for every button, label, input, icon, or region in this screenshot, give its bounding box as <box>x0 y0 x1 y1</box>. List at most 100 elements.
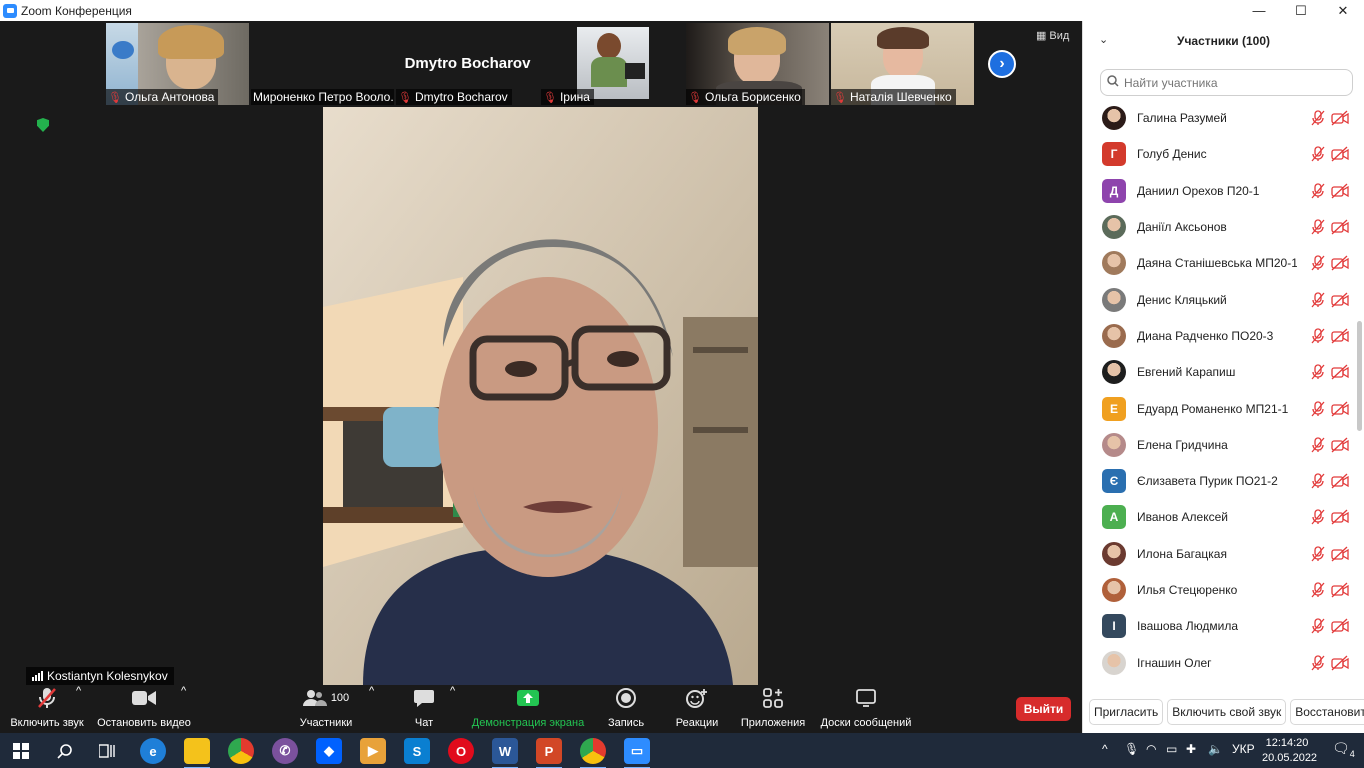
tray-chevron-up-icon[interactable]: ^ <box>1102 742 1108 756</box>
participant-search-box[interactable] <box>1100 69 1353 96</box>
participant-row[interactable]: Елена Гридчина <box>1083 427 1358 463</box>
restore-status-button[interactable]: Восстановить стат <box>1290 699 1364 725</box>
apps-icon <box>763 685 783 711</box>
share-screen-button[interactable]: Демонстрация экрана <box>470 685 586 733</box>
participant-thumbnail[interactable]: 🎙 Ольга Антонова <box>106 23 249 105</box>
task-view-icon[interactable] <box>94 738 120 764</box>
speaker-video-frame <box>323 107 758 685</box>
participant-row[interactable]: Даяна Станішевська МП20-1 (2 ... <box>1083 245 1358 281</box>
participant-row[interactable]: Илона Багацкая <box>1083 536 1358 572</box>
battery-icon[interactable]: ▭ <box>1166 742 1177 756</box>
mic-muted-icon: 🎙 <box>398 91 412 104</box>
participants-options-caret-icon[interactable]: ^ <box>369 685 374 733</box>
file-explorer-icon[interactable] <box>184 738 210 768</box>
participant-thumbnail[interactable]: 🎙 Ольга Борисенко <box>686 23 829 105</box>
media-player-icon[interactable]: ▶ <box>360 738 386 764</box>
participant-row[interactable]: Диана Радченко ПО20-3 <box>1083 318 1358 354</box>
viber-icon[interactable]: ✆ <box>272 738 298 764</box>
participant-thumbnail[interactable]: Мироненко Петро Вооло... <box>251 23 394 105</box>
avatar: Д <box>1102 178 1126 203</box>
participant-row[interactable]: Є Єлизавета Пурик ПО21-2 <box>1083 463 1358 499</box>
thumbnail-name-label: 🎙 Dmytro Bocharov <box>396 89 512 105</box>
dropbox-icon[interactable]: ◆ <box>316 738 342 764</box>
unmute-me-button[interactable]: Включить свой звук <box>1167 699 1287 725</box>
avatar <box>1102 360 1126 385</box>
participant-name: Илона Багацкая <box>1137 546 1227 561</box>
record-button[interactable]: Запись <box>604 685 648 733</box>
participant-list-scrollbar[interactable] <box>1357 321 1362 431</box>
leave-meeting-button[interactable]: Выйти <box>1016 697 1071 721</box>
security-shield-icon[interactable] <box>37 118 49 132</box>
skype-icon[interactable]: S <box>404 738 430 764</box>
avatar <box>1102 106 1126 131</box>
participant-row[interactable]: Ігнашин Олег <box>1083 644 1358 680</box>
participant-name: Едуард Романенко МП21-1 <box>1137 401 1289 416</box>
edge-icon[interactable]: e <box>140 738 166 764</box>
next-page-arrow-icon[interactable]: › <box>988 50 1016 78</box>
participant-thumbnail[interactable]: 🎙 Ірина <box>541 23 684 105</box>
record-icon <box>616 685 636 711</box>
video-off-icon <box>1331 110 1349 126</box>
notification-count: 4 <box>1349 748 1355 759</box>
apps-button[interactable]: Приложения <box>738 685 808 733</box>
participant-row[interactable]: Галина Разумей <box>1083 100 1358 136</box>
network-icon[interactable]: ✚ <box>1186 742 1196 756</box>
participant-row[interactable]: Е Едуард Романенко МП21-1 <box>1083 390 1358 426</box>
chevron-down-icon[interactable]: ⌄ <box>1099 33 1108 46</box>
stop-video-button[interactable]: Остановить видео <box>96 685 192 733</box>
participant-thumbnail[interactable]: 🎙 Наталія Шевченко <box>831 23 974 105</box>
system-clock[interactable]: 12:14:20 20.05.2022 <box>1262 736 1317 766</box>
participant-row[interactable]: Денис Кляцький <box>1083 281 1358 317</box>
input-language[interactable]: УКР <box>1232 742 1255 756</box>
participant-thumbnail[interactable]: Dmytro Bocharov 🎙 Dmytro Bocharov <box>396 23 539 105</box>
mic-muted-icon: 🎙 <box>108 91 122 104</box>
search-input[interactable] <box>1124 75 1344 90</box>
invite-button[interactable]: Пригласить <box>1089 699 1164 725</box>
chat-options-caret-icon[interactable]: ^ <box>450 685 455 733</box>
volume-icon[interactable]: 🔈 <box>1208 742 1223 756</box>
participant-row[interactable]: Г Голуб Денис <box>1083 136 1358 172</box>
participant-name: Диана Радченко ПО20-3 <box>1137 328 1274 343</box>
mic-muted-icon <box>1310 437 1326 453</box>
participant-row[interactable]: Д Даниил Орехов П20-1 <box>1083 173 1358 209</box>
participant-row[interactable]: А Иванов Алексей <box>1083 499 1358 535</box>
minimize-button[interactable]: — <box>1238 0 1280 21</box>
mic-muted-icon <box>1310 618 1326 634</box>
whiteboards-button[interactable]: Доски сообщений <box>818 685 914 733</box>
participants-button[interactable]: 100 Участники <box>296 685 356 733</box>
search-icon[interactable] <box>52 738 78 764</box>
powerpoint-icon[interactable]: P <box>536 738 562 768</box>
notification-center-icon[interactable]: 🗨4 <box>1332 740 1355 759</box>
windows-taskbar: e ✆ ◆ ▶ S O W P ▭ ^ 🎙 ◠ ▭ ✚ 🔈 УКР 12:14:… <box>0 733 1364 768</box>
audio-options-caret-icon[interactable]: ^ <box>76 685 81 733</box>
video-off-icon <box>1331 328 1349 344</box>
view-button[interactable]: ▦ Вид <box>1036 29 1069 43</box>
chat-button[interactable]: Чат <box>404 685 444 733</box>
reactions-button[interactable]: Реакции <box>672 685 722 733</box>
participant-row[interactable]: Евгений Карапиш <box>1083 354 1358 390</box>
chrome-icon[interactable] <box>228 738 254 764</box>
video-off-icon <box>1331 364 1349 380</box>
smiley-plus-icon <box>686 685 708 711</box>
microphone-tray-icon[interactable]: 🎙 <box>1124 742 1139 756</box>
chrome-profile-icon[interactable] <box>580 738 606 768</box>
participant-row[interactable]: Даніїл Аксьонов <box>1083 209 1358 245</box>
mic-muted-icon <box>1310 255 1326 271</box>
mic-muted-icon: 🎙 <box>543 91 557 104</box>
video-options-caret-icon[interactable]: ^ <box>181 685 186 733</box>
participant-row[interactable]: І Івашова Людмила <box>1083 608 1358 644</box>
mic-muted-icon <box>1310 364 1326 380</box>
mic-muted-icon <box>1310 400 1326 417</box>
wifi-icon[interactable]: ◠ <box>1146 742 1156 756</box>
mic-muted-icon <box>1310 582 1326 598</box>
participant-row[interactable]: Илья Стецюренко <box>1083 572 1358 608</box>
word-icon[interactable]: W <box>492 738 518 768</box>
participants-panel-title: Участники (100) <box>1176 34 1270 48</box>
maximize-button[interactable]: ☐ <box>1280 0 1322 21</box>
apps-label: Приложения <box>740 717 806 729</box>
close-button[interactable]: ✕ <box>1322 0 1364 21</box>
opera-icon[interactable]: O <box>448 738 474 764</box>
zoom-taskbar-icon[interactable]: ▭ <box>624 738 650 768</box>
windows-start-icon[interactable] <box>8 738 34 764</box>
record-label: Запись <box>607 717 645 729</box>
